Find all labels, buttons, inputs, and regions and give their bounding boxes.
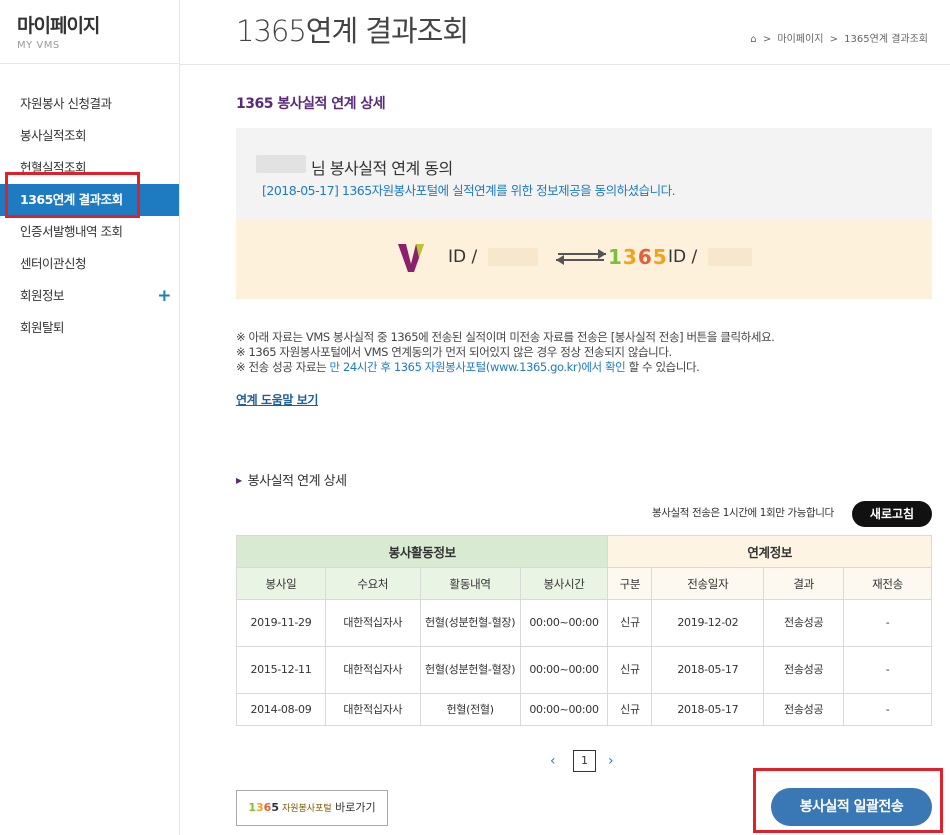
table-cell: 전송성공 — [763, 646, 845, 694]
table-cell: 전송성공 — [763, 599, 845, 647]
table-cell: 대한적십자사 — [324, 693, 421, 726]
1365-logo-icon: 1365 — [248, 801, 279, 814]
column-header: 수요처 — [324, 567, 421, 600]
page-title: 1365연계 결과조회 — [236, 14, 469, 48]
table-cell: 대한적십자사 — [324, 599, 421, 647]
header-divider — [180, 64, 950, 65]
1365-logo-icon: 1365 — [608, 245, 668, 269]
help-link[interactable]: 연계 도움말 보기 — [236, 391, 318, 408]
column-header: 구분 — [607, 567, 653, 600]
notice-text-part: 할 수 있습니다. — [625, 360, 700, 374]
sidebar-item-certificate-history[interactable]: 인증서발행내역 조회 — [0, 216, 179, 248]
consent-panel: 님 봉사실적 연계 동의 [2018-05-17] 1365자원봉사포털에 실적… — [236, 128, 932, 220]
table-cell: 2015-12-11 — [236, 646, 326, 694]
sidebar-item-volunteer-record[interactable]: 봉사실적조회 — [0, 120, 179, 152]
table-cell: 2018-05-17 — [651, 646, 765, 694]
sidebar-item-1365-link-result[interactable]: 1365연계 결과조회 — [0, 184, 179, 216]
triangle-bullet-icon: ▶ — [236, 476, 242, 485]
result-table: 봉사활동정보 연계정보 봉사일 수요처 활동내역 봉사시간 구분 전송일자 결과… — [235, 535, 932, 726]
breadcrumb-separator-icon: > — [829, 34, 838, 45]
section-title: 1365 봉사실적 연계 상세 — [236, 96, 386, 112]
notice-text-part: ※ 전송 성공 자료는 — [236, 360, 330, 374]
table-cell: 2018-05-17 — [651, 693, 765, 726]
table-cell: - — [843, 599, 932, 647]
expand-plus-icon[interactable]: + — [157, 280, 171, 312]
consent-heading: 님 봉사실적 연계 동의 — [311, 159, 453, 178]
column-header: 결과 — [763, 567, 845, 600]
breadcrumb-item[interactable]: 마이페이지 — [777, 34, 823, 45]
notice-line: ※ 1365 자원봉사포털에서 VMS 연계동의가 먼저 되어있지 않은 경우 … — [236, 345, 672, 359]
table-cell: 2019-12-02 — [651, 599, 765, 647]
portal-shortcut-button[interactable]: 1365 자원봉사포털 바로가기 — [236, 790, 388, 826]
redacted-vms-id — [488, 248, 538, 266]
page-number[interactable]: 1 — [573, 750, 596, 772]
table-cell: - — [843, 646, 932, 694]
column-header: 재전송 — [843, 567, 932, 600]
table-cell: 신규 — [607, 646, 653, 694]
bulk-send-button[interactable]: 봉사실적 일괄전송 — [771, 788, 932, 826]
transfer-limit-note: 봉사실적 전송은 1시간에 1회만 가능합니다 — [652, 507, 834, 519]
notice-line: ※ 아래 자료는 VMS 봉사실적 중 1365에 전송된 실적이며 미전송 자… — [236, 330, 775, 344]
link-arrows-icon — [556, 249, 606, 265]
consent-message: [2018-05-17] 1365자원봉사포털에 실적연계를 위한 정보제공을 … — [262, 183, 676, 198]
sidebar-subtitle: MY VMS — [17, 40, 60, 51]
portal-id-label: ID / — [668, 247, 698, 267]
sidebar-item-volunteer-apply-result[interactable]: 자원봉사 신청결과 — [0, 88, 179, 120]
column-header: 전송일자 — [651, 567, 765, 600]
table-cell: 00:00~00:00 — [519, 693, 609, 726]
redacted-portal-id — [708, 248, 752, 266]
column-header: 봉사일 — [236, 567, 326, 600]
vms-logo-icon — [398, 244, 424, 272]
vms-id-label: ID / — [448, 247, 478, 267]
column-header: 봉사시간 — [519, 567, 609, 600]
sidebar-item-member-info[interactable]: 회원정보 + — [0, 280, 179, 312]
notice-line: ※ 전송 성공 자료는 만 24시간 후 1365 자원봉사포털(www.136… — [236, 360, 774, 375]
notice-highlight: 만 24시간 후 1365 자원봉사포털(www.1365.go.kr)에서 확… — [329, 360, 626, 374]
table-row: 2015-12-11 대한적십자사 헌혈(성분헌혈-혈장) 00:00~00:0… — [236, 646, 932, 694]
detail-title: ▶ 봉사실적 연계 상세 — [236, 470, 347, 489]
portal-shortcut-label: 바로가기 — [335, 801, 376, 814]
redacted-user-name — [256, 155, 306, 173]
page: 마이페이지 MY VMS 자원봉사 신청결과 봉사실적조회 헌혈실적조회 136… — [0, 0, 950, 835]
column-header: 활동내역 — [419, 567, 521, 600]
table-cell: 대한적십자사 — [324, 646, 421, 694]
table-cell: 전송성공 — [763, 693, 845, 726]
table-cell: 00:00~00:00 — [519, 599, 609, 647]
notice-text: ※ 아래 자료는 VMS 봉사실적 중 1365에 전송된 실적이며 미전송 자… — [236, 330, 775, 375]
table-cell: 헌혈(성분헌혈-혈장) — [419, 599, 521, 647]
table-cell: 2014-08-09 — [236, 693, 326, 726]
table-row: 2014-08-09 대한적십자사 헌혈(전혈) 00:00~00:00 신규 … — [236, 693, 932, 726]
sidebar-header: 마이페이지 MY VMS — [0, 0, 179, 64]
next-page-icon[interactable]: › — [608, 753, 614, 769]
portal-name-label: 자원봉사포털 — [281, 804, 332, 814]
id-link-panel: ID / 1365 ID / — [236, 220, 932, 299]
table-cell: 신규 — [607, 693, 653, 726]
table-cell: 헌혈(성분헌혈-혈장) — [419, 646, 521, 694]
breadcrumb-separator-icon: > — [762, 34, 772, 45]
table-cell: - — [843, 693, 932, 726]
table-group-header: 봉사활동정보 연계정보 — [235, 535, 932, 568]
table-cell: 신규 — [607, 599, 653, 647]
sidebar-item-blood-donation-record[interactable]: 헌혈실적조회 — [0, 152, 179, 184]
sidebar-title: 마이페이지 — [17, 15, 100, 37]
table-cell: 00:00~00:00 — [519, 646, 609, 694]
sidebar: 마이페이지 MY VMS 자원봉사 신청결과 봉사실적조회 헌혈실적조회 136… — [0, 0, 180, 835]
sidebar-item-center-transfer[interactable]: 센터이관신청 — [0, 248, 179, 280]
sidebar-nav: 자원봉사 신청결과 봉사실적조회 헌혈실적조회 1365연계 결과조회 인증서발… — [0, 88, 179, 344]
table-cell: 2019-11-29 — [236, 599, 326, 647]
sidebar-item-label: 회원정보 — [20, 288, 65, 303]
breadcrumb: ⌂ > 마이페이지 > 1365연계 결과조회 — [747, 30, 928, 45]
table-row: 2019-11-29 대한적십자사 헌혈(성분헌혈-혈장) 00:00~00:0… — [236, 599, 932, 647]
sidebar-item-withdraw[interactable]: 회원탈퇴 — [0, 312, 179, 344]
table-cell: 헌혈(전혈) — [419, 693, 521, 726]
detail-title-label: 봉사실적 연계 상세 — [247, 474, 347, 489]
table-column-header: 봉사일 수요처 활동내역 봉사시간 구분 전송일자 결과 재전송 — [236, 567, 932, 600]
group-header-activity: 봉사활동정보 — [235, 535, 609, 568]
prev-page-icon[interactable]: ‹ — [550, 753, 556, 769]
group-header-link: 연계정보 — [607, 535, 932, 568]
refresh-button[interactable]: 새로고침 — [852, 501, 932, 527]
home-icon[interactable]: ⌂ — [750, 34, 756, 45]
breadcrumb-item-current: 1365연계 결과조회 — [844, 34, 928, 45]
